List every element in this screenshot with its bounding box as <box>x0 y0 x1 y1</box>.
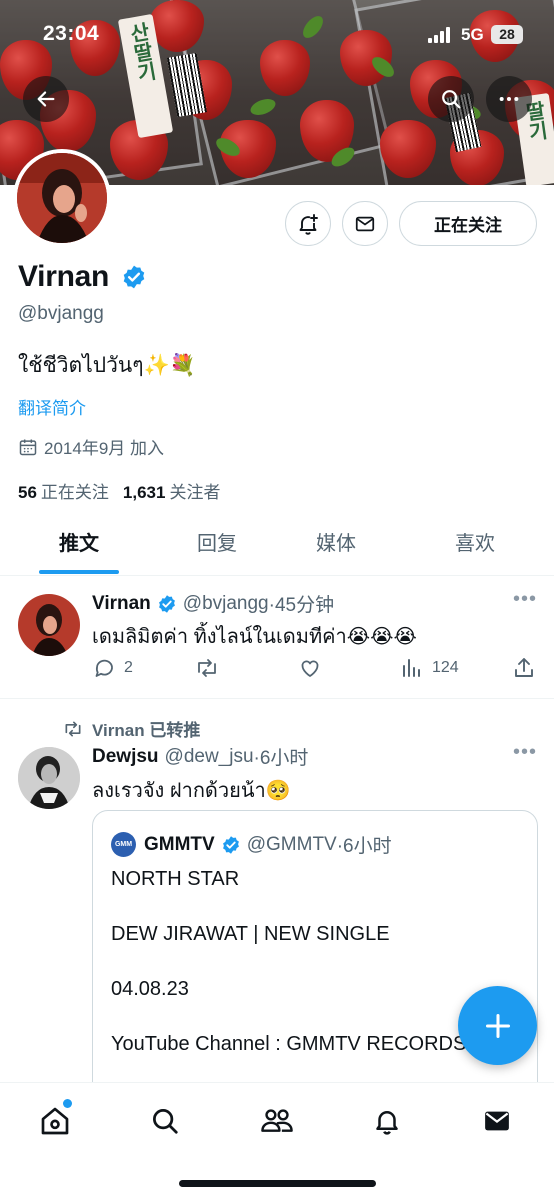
avatar <box>18 594 80 656</box>
retweet-icon <box>65 721 81 736</box>
quoted-text-line: DEW JIRAWAT | NEW SINGLE <box>111 923 390 945</box>
followers-stat[interactable]: 1,631 关注者 <box>123 478 221 503</box>
status-bar: 23:04 5G 28 <box>0 0 554 70</box>
communities-icon <box>261 1109 293 1132</box>
battery-indicator: 28 <box>491 25 523 44</box>
translate-bio-link[interactable]: 翻译简介 <box>18 394 86 419</box>
back-button[interactable] <box>23 76 69 122</box>
profile-name: Virnan <box>18 260 110 293</box>
verified-badge-icon <box>222 835 239 854</box>
following-button[interactable]: 正在关注 <box>399 201 537 246</box>
compose-button[interactable] <box>458 986 537 1065</box>
avatar <box>17 153 107 243</box>
profile-tabs: 推文 回复 媒体 喜欢 <box>0 516 554 576</box>
tweet-author-avatar[interactable] <box>18 594 80 656</box>
search-icon <box>442 90 461 109</box>
tweet-time: ·45分钟 <box>268 595 335 616</box>
share-icon <box>515 658 533 677</box>
nav-communities[interactable] <box>252 1099 302 1143</box>
nav-notifications[interactable] <box>362 1099 412 1143</box>
back-icon <box>37 91 55 107</box>
quoted-tweet-header: GMM GMMTV @GMMTV ·6小时 <box>111 831 392 858</box>
search-button[interactable] <box>428 76 474 122</box>
tab-replies[interactable]: 回复 <box>148 516 286 576</box>
avatar <box>18 747 80 809</box>
tweet-author-handle: @bvjangg <box>182 592 269 614</box>
reply-button[interactable]: 2 <box>92 656 133 680</box>
retweeted-by-text: Virnan 已转推 <box>92 721 201 740</box>
message-button[interactable] <box>342 201 388 246</box>
following-stat[interactable]: 56 正在关注 <box>18 478 109 503</box>
nav-messages[interactable] <box>472 1099 522 1143</box>
explore-icon <box>153 1109 178 1134</box>
quoted-text-line: YouTube Channel : GMMTV RECORDS <box>111 1033 467 1055</box>
like-icon <box>301 660 319 677</box>
quoted-tweet-time: ·6小时 <box>336 836 392 857</box>
reply-icon <box>95 659 113 677</box>
active-tab-indicator <box>39 570 119 574</box>
compose-plus-icon <box>485 1013 510 1038</box>
follow-stats: 56 正在关注 1,631 关注者 <box>18 478 220 503</box>
home-indicator <box>179 1180 376 1187</box>
retweet-button[interactable] <box>194 656 220 680</box>
calendar-icon <box>19 439 37 455</box>
followers-label: 关注者 <box>169 483 221 502</box>
tweet-author-avatar[interactable] <box>18 747 80 809</box>
verified-badge-icon <box>123 265 145 289</box>
quoted-text-line: NORTH STAR <box>111 868 240 890</box>
profile-avatar[interactable] <box>13 149 111 247</box>
gmmtv-logo: GMM <box>111 832 136 857</box>
nav-home[interactable] <box>30 1099 80 1143</box>
tab-posts[interactable]: 推文 <box>10 516 148 576</box>
home-unread-dot <box>63 1099 72 1108</box>
like-button[interactable] <box>298 656 322 680</box>
tweet-header: Virnan @bvjangg ·45分钟 <box>92 590 334 617</box>
views-button[interactable]: 124 <box>400 656 459 680</box>
tweet-author-name[interactable]: Virnan <box>92 593 151 615</box>
mail-icon <box>355 216 375 231</box>
quoted-author-handle: @GMMTV <box>246 833 337 855</box>
views-icon <box>403 659 420 677</box>
home-icon <box>41 1107 69 1135</box>
following-count: 56 <box>18 483 37 502</box>
cellular-signal-icon <box>428 27 454 43</box>
tweet-more-button[interactable]: ••• <box>513 741 537 764</box>
followers-count: 1,631 <box>122 483 166 502</box>
notifications-icon <box>376 1111 398 1135</box>
quoted-author-name[interactable]: GMMTV <box>144 834 215 856</box>
notification-bell-plus-icon <box>299 213 318 235</box>
reply-count: 2 <box>124 659 133 676</box>
status-time: 23:04 <box>43 22 100 45</box>
share-button[interactable] <box>512 656 536 680</box>
more-options-button[interactable] <box>486 76 532 122</box>
join-date-text: 2014年9月 加入 <box>44 439 164 458</box>
tab-media[interactable]: 媒体 <box>267 516 405 576</box>
more-icon <box>499 96 519 102</box>
tweet-text: ลงเรวจัง ฝากด้วยน้า🥺 <box>92 780 291 802</box>
nav-explore[interactable] <box>140 1099 190 1143</box>
retweet-indicator: Virnan 已转推 <box>62 716 200 741</box>
profile-handle: @bvjangg <box>18 303 104 324</box>
messages-icon <box>485 1111 509 1131</box>
views-count: 124 <box>432 659 459 676</box>
tweet-author-handle: @dew_jsu <box>164 745 254 767</box>
quoted-tweet[interactable]: GMM GMMTV @GMMTV ·6小时 NORTH STAR DEW JIR… <box>92 810 538 1100</box>
tweet-author-name[interactable]: Dewjsu <box>92 746 159 768</box>
following-label: 正在关注 <box>40 483 109 502</box>
retweet-icon <box>198 659 216 677</box>
tweet-header: Dewjsu @dew_jsu ·6小时 <box>92 743 308 770</box>
tweet-more-button[interactable]: ••• <box>513 588 537 611</box>
profile-bio: ใช้ชีวิตไปวันๆ✨💐 <box>18 354 196 377</box>
tab-likes[interactable]: 喜欢 <box>406 516 544 576</box>
notifications-toggle-button[interactable] <box>285 201 331 246</box>
tweet-time: ·6小时 <box>253 748 309 769</box>
join-date: 2014年9月 加入 <box>18 434 164 459</box>
tweet-divider <box>0 698 554 699</box>
verified-badge-icon <box>158 594 175 613</box>
tweet-text: เดมลิมิตค่า ทิ้งไลน์ในเดมทีค่า😭😭😭 <box>92 626 417 648</box>
quoted-text-line: 04.08.23 <box>111 978 189 1000</box>
network-type: 5G <box>461 25 484 44</box>
